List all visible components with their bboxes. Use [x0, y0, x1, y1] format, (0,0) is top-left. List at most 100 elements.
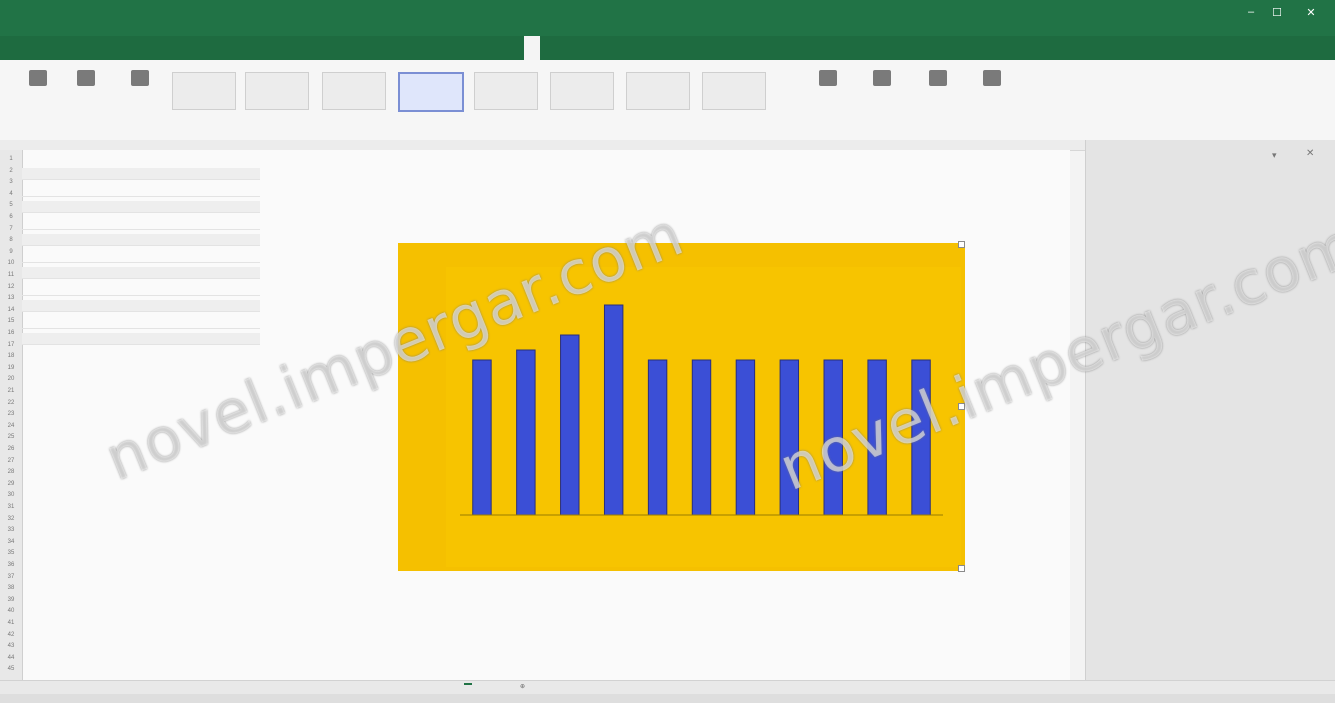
- move-chart-button[interactable]: [968, 66, 1016, 118]
- row-number[interactable]: 13: [2, 295, 20, 301]
- chart-style-1[interactable]: [172, 72, 236, 110]
- table-row[interactable]: [22, 234, 260, 246]
- close-button[interactable]: ✕: [1300, 6, 1322, 24]
- row-number[interactable]: 3: [2, 179, 20, 185]
- row-number[interactable]: 11: [2, 272, 20, 278]
- change-chart-type-button[interactable]: [914, 66, 962, 118]
- chart-style-8[interactable]: [702, 72, 766, 110]
- row-number[interactable]: 1: [2, 156, 20, 162]
- table-row[interactable]: [22, 185, 260, 197]
- table-row[interactable]: [22, 267, 260, 279]
- chart-style-3[interactable]: [322, 72, 386, 110]
- row-number[interactable]: 14: [2, 307, 20, 313]
- change-colors-button[interactable]: [116, 66, 164, 118]
- chart-style-6[interactable]: [550, 72, 614, 110]
- move-icon: [983, 70, 1001, 86]
- row-number[interactable]: 30: [2, 492, 20, 498]
- table-row[interactable]: [22, 251, 260, 263]
- row-number[interactable]: 4: [2, 191, 20, 197]
- row-number[interactable]: 28: [2, 469, 20, 475]
- row-number[interactable]: 12: [2, 284, 20, 290]
- chart-style-2[interactable]: [245, 72, 309, 110]
- chart-bar[interactable]: [516, 349, 536, 516]
- row-number[interactable]: 24: [2, 423, 20, 429]
- palette-icon: [131, 70, 149, 86]
- row-number[interactable]: 17: [2, 342, 20, 348]
- table-row[interactable]: [22, 168, 260, 180]
- sheet-tab-active[interactable]: [464, 683, 472, 685]
- row-number[interactable]: 37: [2, 574, 20, 580]
- title-bar: – ☐ ✕: [0, 0, 1335, 36]
- row-number[interactable]: 7: [2, 226, 20, 232]
- table-row[interactable]: [22, 300, 260, 312]
- column-header-c[interactable]: [182, 156, 260, 166]
- switch-row-column-button[interactable]: [804, 66, 852, 118]
- row-number[interactable]: 43: [2, 643, 20, 649]
- chart-type-icon: [929, 70, 947, 86]
- table-row[interactable]: [22, 218, 260, 230]
- chart-style-7[interactable]: [626, 72, 690, 110]
- row-number[interactable]: 31: [2, 504, 20, 510]
- maximize-button[interactable]: ☐: [1266, 6, 1288, 24]
- row-number[interactable]: 19: [2, 365, 20, 371]
- quick-layout-button[interactable]: [62, 66, 110, 118]
- table-row[interactable]: [22, 333, 260, 345]
- resize-handle-top-right[interactable]: [958, 241, 965, 248]
- chart-bar[interactable]: [560, 334, 580, 516]
- chart-element-icon: [29, 70, 47, 86]
- row-number[interactable]: 29: [2, 481, 20, 487]
- row-headers: 1 2 3 4 5 6 7 8 9 10 11 12 13 14 15 16 17 18 19 20 21 22 23 24 2…: [0, 150, 23, 680]
- row-number[interactable]: 33: [2, 527, 20, 533]
- column-header-a[interactable]: [30, 156, 100, 166]
- resize-handle-bottom-right[interactable]: [958, 565, 965, 572]
- row-number[interactable]: 26: [2, 446, 20, 452]
- row-number[interactable]: 40: [2, 608, 20, 614]
- ribbon-tabs: [0, 36, 1335, 60]
- add-chart-element-button[interactable]: [14, 66, 62, 118]
- row-number[interactable]: 16: [2, 330, 20, 336]
- chart-style-4[interactable]: [398, 72, 464, 112]
- row-number[interactable]: 39: [2, 597, 20, 603]
- row-number[interactable]: 23: [2, 411, 20, 417]
- select-data-button[interactable]: [858, 66, 906, 118]
- table-row[interactable]: [22, 317, 260, 329]
- row-number[interactable]: 35: [2, 550, 20, 556]
- table-row[interactable]: [22, 201, 260, 213]
- chart-bar[interactable]: [691, 359, 712, 516]
- column-header-b[interactable]: [114, 156, 174, 166]
- row-number[interactable]: 6: [2, 214, 20, 220]
- row-number[interactable]: 25: [2, 434, 20, 440]
- row-number[interactable]: 9: [2, 249, 20, 255]
- row-number[interactable]: 42: [2, 632, 20, 638]
- row-number[interactable]: 15: [2, 318, 20, 324]
- pane-close-icon[interactable]: ✕: [1306, 148, 1314, 159]
- row-number[interactable]: 44: [2, 655, 20, 661]
- row-number[interactable]: 5: [2, 202, 20, 208]
- row-number[interactable]: 20: [2, 376, 20, 382]
- chart-style-5[interactable]: [474, 72, 538, 110]
- add-sheet-button[interactable]: ⊕: [520, 683, 525, 690]
- row-number[interactable]: 27: [2, 458, 20, 464]
- tab-design[interactable]: [524, 36, 540, 60]
- row-number[interactable]: 22: [2, 400, 20, 406]
- sheet-tab-bar: ⊕: [0, 680, 1335, 695]
- row-number[interactable]: 32: [2, 516, 20, 522]
- row-number[interactable]: 18: [2, 353, 20, 359]
- chart-bar[interactable]: [603, 304, 624, 516]
- row-number[interactable]: 21: [2, 388, 20, 394]
- pane-options-icon[interactable]: ▾: [1272, 150, 1277, 161]
- row-number[interactable]: 38: [2, 585, 20, 591]
- table-row[interactable]: [22, 284, 260, 296]
- row-number[interactable]: 41: [2, 620, 20, 626]
- minimize-button[interactable]: –: [1240, 6, 1262, 24]
- row-number[interactable]: 10: [2, 260, 20, 266]
- chart-bar[interactable]: [735, 359, 756, 516]
- row-number[interactable]: 45: [2, 666, 20, 672]
- status-bar: [0, 694, 1335, 703]
- row-number[interactable]: 34: [2, 539, 20, 545]
- chart-bar[interactable]: [647, 359, 668, 516]
- row-number[interactable]: 2: [2, 168, 20, 174]
- row-number[interactable]: 36: [2, 562, 20, 568]
- row-number[interactable]: 8: [2, 237, 20, 243]
- chart-bar[interactable]: [472, 359, 492, 516]
